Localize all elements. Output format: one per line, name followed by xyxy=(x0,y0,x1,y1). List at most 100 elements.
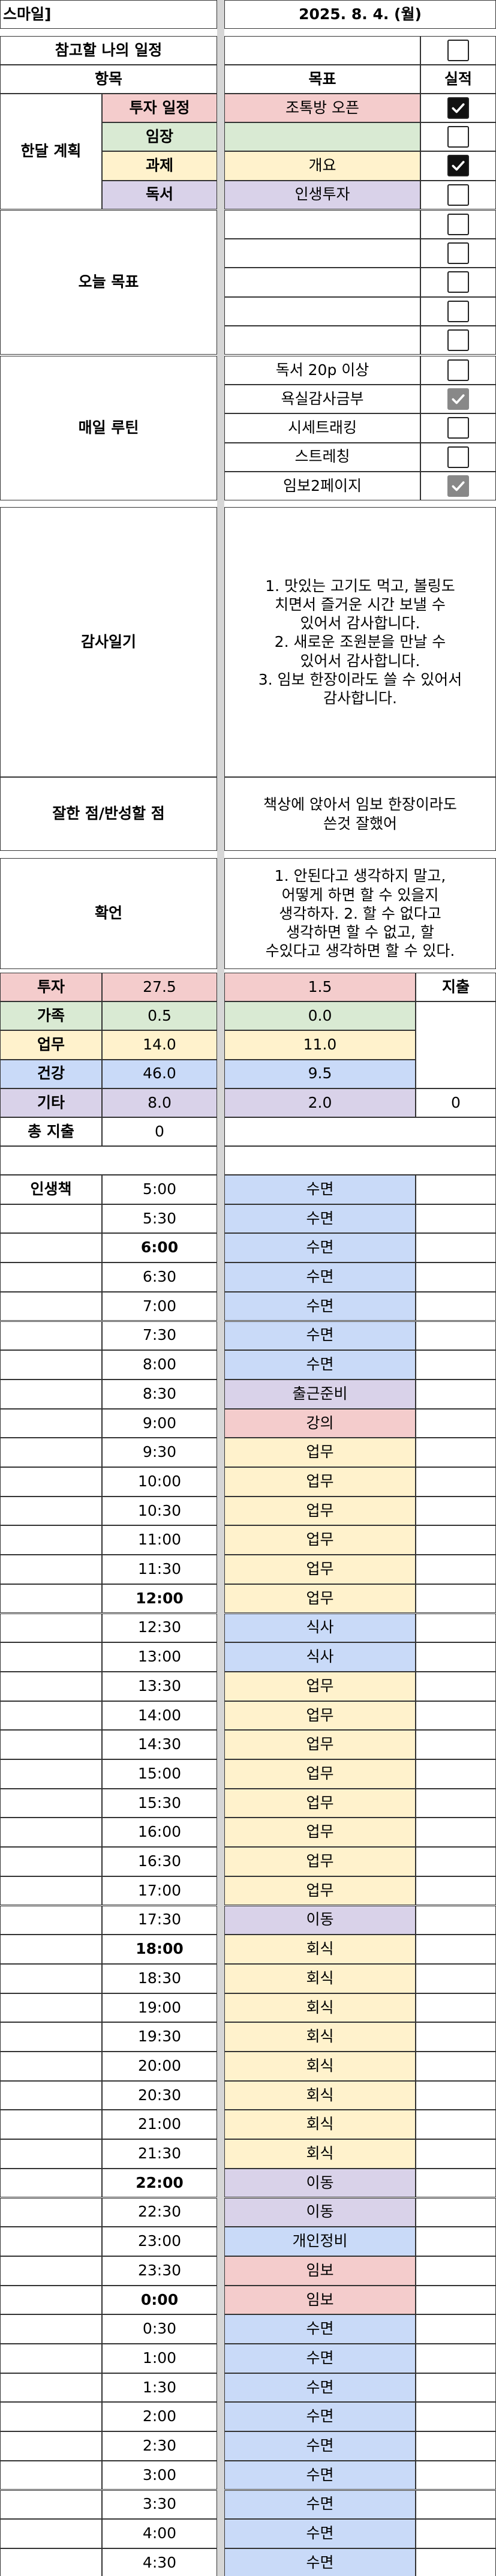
schedule-left-blank xyxy=(0,1642,102,1672)
summary-category: 투자 xyxy=(0,973,102,1002)
activity-cell[interactable]: 수면 xyxy=(224,1204,416,1234)
today-goal-checkbox[interactable] xyxy=(447,214,469,236)
schedule-right-blank xyxy=(416,2139,496,2169)
routine-checkbox[interactable] xyxy=(447,446,469,468)
activity-cell[interactable]: 업무 xyxy=(224,1496,416,1526)
routine-checkbox[interactable] xyxy=(447,475,469,497)
activity-cell[interactable]: 업무 xyxy=(224,1876,416,1906)
activity-cell[interactable]: 수면 xyxy=(224,2431,416,2461)
schedule-left-blank xyxy=(0,2052,102,2081)
activity-cell[interactable]: 수면 xyxy=(224,2519,416,2548)
activity-cell[interactable]: 수면 xyxy=(224,2490,416,2520)
activity-cell[interactable]: 회식 xyxy=(224,2022,416,2052)
monthly-plan-check-cell xyxy=(420,94,496,123)
activity-cell[interactable]: 업무 xyxy=(224,1467,416,1497)
today-goal-input[interactable] xyxy=(224,325,420,355)
today-goal-input[interactable] xyxy=(224,239,420,268)
summary-value: 14.0 xyxy=(102,1030,217,1060)
time-slot: 4:30 xyxy=(102,2548,217,2576)
reflection-text[interactable]: 책상에 앉아서 임보 한장이라도 쓴것 잘했어 xyxy=(224,777,496,851)
activity-cell[interactable]: 수면 xyxy=(224,2344,416,2373)
routine-item[interactable]: 임보2페이지 xyxy=(224,471,420,500)
activity-cell[interactable]: 이동 xyxy=(224,1905,416,1935)
activity-cell[interactable]: 회식 xyxy=(224,1935,416,1964)
monthly-plan-checkbox[interactable] xyxy=(447,184,469,206)
activity-cell[interactable]: 업무 xyxy=(224,1584,416,1614)
time-slot: 16:00 xyxy=(102,1818,217,1848)
activity-cell[interactable]: 수면 xyxy=(224,1350,416,1380)
activity-cell[interactable]: 회식 xyxy=(224,1993,416,2023)
today-goal-checkbox[interactable] xyxy=(447,329,469,351)
routine-item[interactable]: 욕실감사금부 xyxy=(224,385,420,414)
activity-cell[interactable]: 식사 xyxy=(224,1613,416,1643)
schedule-right-blank xyxy=(416,1350,496,1380)
activity-cell[interactable]: 수면 xyxy=(224,1233,416,1263)
monthly-plan-checkbox[interactable] xyxy=(447,126,469,148)
activity-cell[interactable]: 수면 xyxy=(224,2373,416,2403)
activity-cell[interactable]: 업무 xyxy=(224,1730,416,1759)
activity-cell[interactable]: 수면 xyxy=(224,1262,416,1292)
activity-cell[interactable]: 업무 xyxy=(224,1818,416,1848)
monthly-plan-checkbox[interactable] xyxy=(447,97,469,119)
activity-cell[interactable]: 임보 xyxy=(224,2285,416,2315)
schedule-left-blank xyxy=(0,1291,102,1321)
activity-cell[interactable]: 업무 xyxy=(224,1671,416,1701)
schedule-left-blank xyxy=(0,1701,102,1731)
routine-checkbox[interactable] xyxy=(447,359,469,382)
activity-cell[interactable]: 개인정비 xyxy=(224,2227,416,2256)
routine-check-cell xyxy=(420,471,496,500)
activity-cell[interactable]: 업무 xyxy=(224,1788,416,1818)
reference-checkbox[interactable] xyxy=(447,40,469,61)
activity-cell[interactable]: 회식 xyxy=(224,2052,416,2081)
schedule-right-blank xyxy=(416,1935,496,1964)
today-goal-input[interactable] xyxy=(224,210,420,239)
activity-cell[interactable]: 수면 xyxy=(224,1291,416,1321)
activity-cell[interactable]: 회식 xyxy=(224,2110,416,2140)
activity-cell[interactable]: 이동 xyxy=(224,2197,416,2227)
schedule-left-blank xyxy=(0,2519,102,2548)
activity-cell[interactable]: 수면 xyxy=(224,2460,416,2490)
activity-cell[interactable]: 업무 xyxy=(224,1525,416,1555)
activity-cell[interactable]: 수면 xyxy=(224,2402,416,2432)
routine-item[interactable]: 독서 20p 이상 xyxy=(224,356,420,385)
activity-cell[interactable]: 회식 xyxy=(224,1963,416,1993)
routine-item[interactable]: 시세트래킹 xyxy=(224,413,420,443)
activity-cell[interactable]: 수면 xyxy=(224,2314,416,2344)
activity-cell[interactable]: 회식 xyxy=(224,2080,416,2110)
affirmation-text[interactable]: 1. 안된다고 생각하지 말고, 어떻게 하면 할 수 있을지 생각하자. 2. 할… xyxy=(224,858,496,969)
monthly-plan-goal[interactable]: 인생투자 xyxy=(224,180,420,209)
schedule-right-blank xyxy=(416,2256,496,2286)
activity-cell[interactable]: 이동 xyxy=(224,2168,416,2198)
time-slot: 5:30 xyxy=(102,1204,217,1234)
activity-cell[interactable]: 업무 xyxy=(224,1555,416,1584)
monthly-plan-goal[interactable]: 조톡방 오픈 xyxy=(224,94,420,123)
today-goal-input[interactable] xyxy=(224,268,420,297)
routine-checkbox[interactable] xyxy=(447,417,469,439)
activity-cell[interactable]: 업무 xyxy=(224,1759,416,1789)
activity-cell[interactable]: 업무 xyxy=(224,1438,416,1467)
activity-cell[interactable]: 출근준비 xyxy=(224,1379,416,1409)
routine-checkbox[interactable] xyxy=(447,388,469,410)
today-goal-checkbox[interactable] xyxy=(447,271,469,293)
routine-item[interactable]: 스트레칭 xyxy=(224,442,420,472)
activity-cell[interactable]: 수면 xyxy=(224,1321,416,1351)
activity-cell[interactable]: 식사 xyxy=(224,1642,416,1672)
today-goal-checkbox[interactable] xyxy=(447,300,469,322)
activity-cell[interactable]: 강의 xyxy=(224,1408,416,1438)
schedule-right-blank xyxy=(416,2548,496,2576)
activity-cell[interactable]: 수면 xyxy=(224,2548,416,2576)
schedule-left-blank xyxy=(0,1584,102,1614)
today-goal-input[interactable] xyxy=(224,296,420,326)
gratitude-text[interactable]: 1. 맛있는 고기도 먹고, 볼링도 치면서 즐거운 시간 보낼 수 있어서 감사합… xyxy=(224,507,496,777)
monthly-plan-goal[interactable] xyxy=(224,122,420,152)
activity-cell[interactable]: 업무 xyxy=(224,1701,416,1731)
reference-goal-cell[interactable] xyxy=(224,36,420,65)
activity-cell[interactable]: 회식 xyxy=(224,2139,416,2169)
activity-cell[interactable]: 임보 xyxy=(224,2256,416,2286)
activity-cell[interactable]: 업무 xyxy=(224,1847,416,1876)
monthly-plan-goal[interactable]: 개요 xyxy=(224,151,420,181)
today-goal-checkbox[interactable] xyxy=(447,242,469,265)
monthly-plan-checkbox[interactable] xyxy=(447,155,469,177)
schedule-right-blank xyxy=(416,1876,496,1906)
activity-cell[interactable]: 수면 xyxy=(224,1175,416,1204)
